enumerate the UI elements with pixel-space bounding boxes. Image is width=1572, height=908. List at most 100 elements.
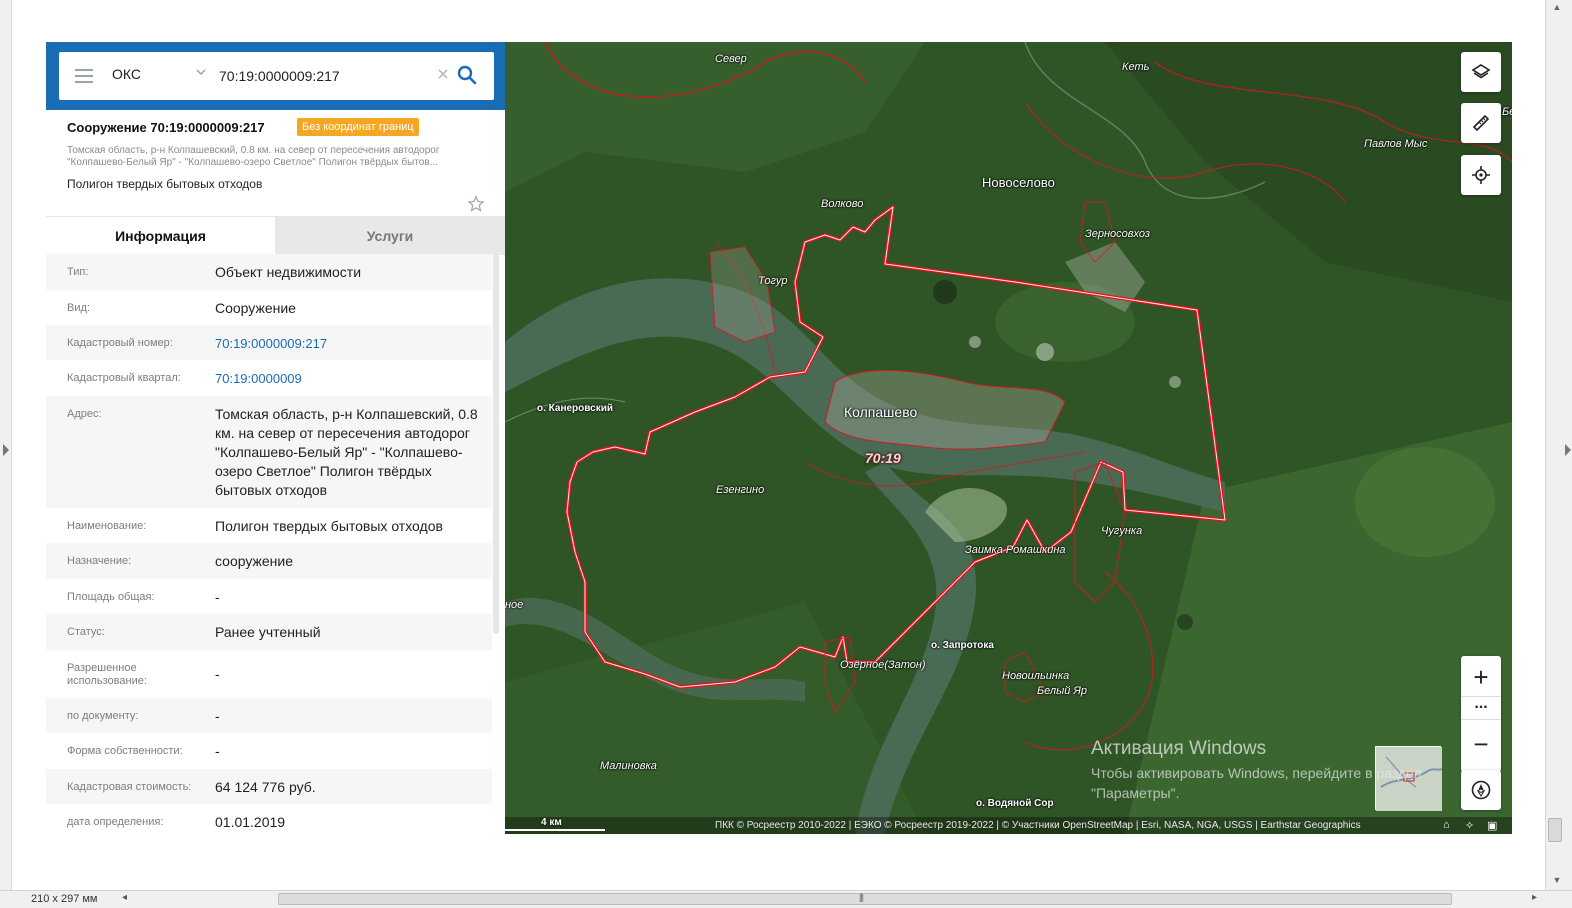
tab-services[interactable]: Услуги: [275, 217, 505, 255]
fullscreen-icon[interactable]: ▣: [1487, 819, 1497, 832]
row-value: сооружение: [215, 553, 294, 569]
ruler-icon: [1472, 114, 1490, 132]
scroll-right-arrow-icon[interactable]: ▸: [1532, 892, 1537, 903]
panel-scrollbar[interactable]: [493, 254, 499, 634]
info-row-permitted-use: Разрешенное использование: -: [46, 650, 492, 698]
status-bar: 210 x 297 мм ◂ ||| ▸: [0, 890, 1572, 908]
row-value: 64 124 776 руб.: [215, 779, 316, 795]
search-type-select[interactable]: ОКС: [112, 66, 141, 82]
row-label: по документу:: [67, 710, 139, 722]
compass-button[interactable]: [1461, 770, 1501, 810]
favorite-star-icon[interactable]: [467, 195, 485, 213]
vertical-scroll-thumb[interactable]: [1548, 818, 1562, 842]
info-row-cadastral-value: Кадастровая стоимость: 64 124 776 руб.: [46, 769, 492, 804]
object-info-panel: ОКС Сооружение 70:19:0000009:217 Без коо…: [46, 42, 505, 834]
map-view[interactable]: Север Кеть Павлов Мыс Бе Новоселово Волк…: [505, 42, 1512, 834]
info-row-status: Статус: Ранее учтенный: [46, 614, 492, 650]
search-icon[interactable]: [457, 65, 477, 85]
crosshair-icon: [1472, 166, 1490, 184]
map-label: о. Запротока: [931, 640, 994, 651]
search-input[interactable]: [219, 64, 434, 88]
map-label: о. Водяной Сор: [976, 798, 1054, 809]
row-label: Тип:: [67, 266, 89, 278]
measure-button[interactable]: [1461, 103, 1501, 143]
map-label: ное: [505, 599, 524, 611]
hamburger-menu-icon[interactable]: [75, 69, 93, 83]
row-label: Кадастровая стоимость:: [67, 781, 192, 793]
map-label: Бе: [1502, 106, 1512, 118]
zoom-more-button[interactable]: ...: [1461, 696, 1501, 720]
row-value: Объект недвижимости: [215, 264, 362, 280]
left-expand-arrow-icon[interactable]: [3, 444, 9, 456]
scale-bar: 4 км: [505, 814, 605, 834]
map-label: Кеть: [1122, 61, 1150, 73]
map-label: Павлов Мыс: [1364, 138, 1428, 150]
map-label: Белый Яр: [1037, 685, 1087, 697]
cadastral-quarter-label: 70:19: [865, 450, 901, 466]
info-row-cadastral-quarter: Кадастровый квартал: 70:19:0000009: [46, 360, 492, 396]
row-label: Кадастровый номер:: [67, 337, 173, 349]
info-row-area: Площадь общая: -: [46, 579, 492, 614]
map-label: Заимка Ромашкина: [965, 544, 1066, 556]
locate-button[interactable]: [1461, 155, 1501, 195]
row-label: Наименование:: [67, 520, 147, 532]
map-label: Езенгино: [716, 484, 765, 496]
right-expand-arrow-icon[interactable]: [1565, 444, 1571, 456]
tab-information[interactable]: Информация: [46, 217, 275, 255]
map-label: Малиновка: [600, 760, 657, 772]
map-attribution-bar: ПКК © Росреестр 2010-2022 | ЕЭКО © Росре…: [505, 817, 1512, 834]
row-label: дата определения:: [67, 816, 164, 828]
scroll-left-arrow-icon[interactable]: ◂: [122, 892, 127, 903]
row-label: Кадастровый квартал:: [67, 372, 181, 384]
row-value: Ранее учтенный: [215, 624, 321, 640]
layers-icon: [1471, 64, 1491, 79]
horizontal-scroll-thumb[interactable]: |||: [278, 892, 1452, 905]
info-row-cadastral-number: Кадастровый номер: 70:19:0000009:217: [46, 325, 492, 360]
scroll-grip-icon: |||: [859, 892, 864, 902]
home-icon[interactable]: ⌂: [1443, 819, 1450, 831]
map-attribution: ПКК © Росреестр 2010-2022 | ЕЭКО © Росре…: [715, 820, 1361, 831]
row-label: Статус:: [67, 626, 105, 638]
row-label: Назначение:: [67, 555, 132, 567]
no-boundaries-badge: Без координат границ: [297, 118, 419, 136]
map-label: Чугунка: [1101, 525, 1143, 537]
map-label: Новоильинка: [1002, 670, 1070, 682]
zoom-in-button[interactable]: +: [1461, 658, 1501, 696]
row-value: -: [215, 589, 220, 605]
scale-label: 4 км: [541, 817, 562, 828]
info-row-ownership: Форма собственности: -: [46, 733, 492, 769]
row-label: Площадь общая:: [67, 591, 155, 603]
scroll-down-arrow-icon[interactable]: ▼: [1551, 875, 1563, 885]
info-row-kind: Вид: Сооружение: [46, 290, 492, 325]
zoom-out-button[interactable]: −: [1461, 722, 1501, 770]
row-label: Вид:: [67, 302, 90, 314]
row-value: -: [215, 743, 220, 759]
scale-line: [505, 829, 605, 831]
row-value: Томская область, р-н Колпашевский, 0.8 к…: [215, 406, 478, 498]
info-row-valuation-date: дата определения: 01.01.2019: [46, 804, 492, 834]
info-row-name: Наименование: Полигон твердых бытовых от…: [46, 508, 492, 543]
paper-size: 210 x 297 мм: [31, 893, 98, 905]
search-box: ОКС: [59, 52, 494, 100]
info-row-address: Адрес: Томская область, р-н Колпашевский…: [46, 396, 492, 508]
object-address-short: Томская область, р-н Колпашевский, 0.8 к…: [67, 145, 440, 168]
crosshair-small-icon[interactable]: ✧: [1465, 819, 1474, 832]
row-label: Разрешенное использование:: [67, 662, 147, 687]
compass-icon: [1471, 780, 1491, 800]
cadastral-number-link[interactable]: 70:19:0000009:217: [215, 334, 487, 353]
info-table: Тип: Объект недвижимости Вид: Сооружение…: [46, 254, 492, 834]
scroll-up-arrow-icon[interactable]: ▲: [1551, 2, 1563, 12]
map-label: Волково: [821, 198, 864, 210]
chevron-down-icon[interactable]: [195, 66, 207, 78]
map-label: о. Канеровский: [537, 403, 614, 414]
clear-icon[interactable]: [436, 67, 450, 81]
row-label: Форма собственности:: [67, 745, 183, 757]
row-value: -: [215, 666, 220, 682]
row-label: Адрес:: [67, 408, 102, 420]
object-header: Сооружение 70:19:0000009:217 Без координ…: [46, 110, 505, 216]
layers-button[interactable]: [1461, 52, 1501, 92]
search-bar: ОКС: [46, 42, 505, 110]
cadastral-quarter-link[interactable]: 70:19:0000009: [215, 369, 487, 388]
map-label: Новоселово: [982, 175, 1055, 190]
info-row-purpose: Назначение: сооружение: [46, 543, 492, 579]
